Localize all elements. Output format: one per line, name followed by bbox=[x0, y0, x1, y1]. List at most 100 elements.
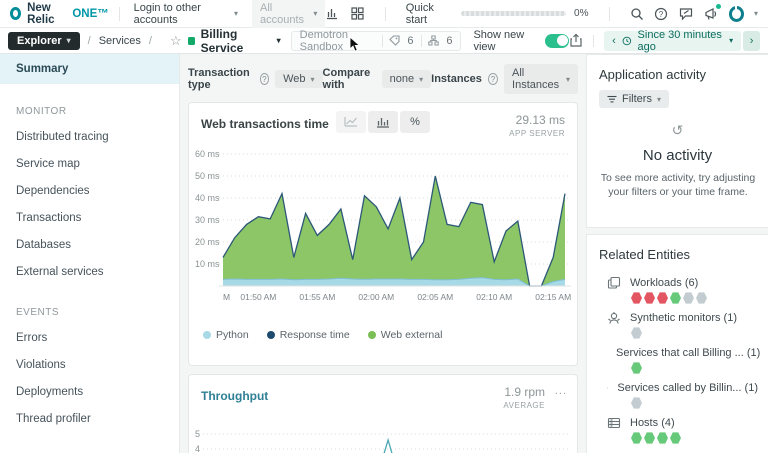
dependencies-count[interactable]: 6 bbox=[446, 35, 452, 47]
sidebar-item-transactions[interactable]: Transactions bbox=[0, 204, 179, 231]
workloads-icon bbox=[607, 276, 621, 289]
divider bbox=[381, 34, 383, 47]
svg-text:?: ? bbox=[659, 10, 664, 19]
throughput-chart[interactable]: 12345 bbox=[189, 418, 579, 453]
related-item-hosts[interactable]: Hosts (4) bbox=[599, 416, 758, 444]
service-box-icon bbox=[607, 387, 609, 389]
tags-icon[interactable] bbox=[389, 35, 400, 47]
svg-text:4: 4 bbox=[195, 444, 200, 453]
line-chart-button[interactable] bbox=[336, 111, 366, 133]
time-picker-main[interactable]: ‹ Since 30 minutes ago ▾ bbox=[604, 29, 742, 53]
divider bbox=[593, 34, 595, 47]
related-entities-card: Related Entities Workloads (6) Synthetic… bbox=[586, 234, 768, 453]
entity-picker[interactable]: Billing Service ▾ bbox=[201, 27, 281, 55]
sidebar-item-violations[interactable]: Violations bbox=[0, 351, 179, 378]
transaction-type-value: Web bbox=[283, 73, 306, 85]
show-new-view-control: Show new view bbox=[473, 28, 570, 53]
time-back-icon[interactable]: ‹ bbox=[612, 35, 616, 47]
user-account-icon[interactable] bbox=[728, 5, 744, 22]
time-forward-button[interactable]: › bbox=[743, 30, 761, 51]
chart-summary: 1.9 rpm AVERAGE bbox=[503, 385, 545, 410]
explorer-button[interactable]: Explorer ▾ bbox=[8, 31, 80, 50]
web-transactions-chart[interactable]: 10 ms 20 ms 30 ms 40 ms 50 ms 60 ms M 01:50 AM 0… bbox=[189, 140, 579, 322]
accounts-menu-label: All accounts bbox=[259, 1, 305, 26]
svg-text:10 ms: 10 ms bbox=[195, 259, 220, 269]
tags-count[interactable]: 6 bbox=[407, 35, 413, 47]
sidebar-item-deployments[interactable]: Deployments bbox=[0, 378, 179, 405]
login-other-accounts-menu[interactable]: Login to other accounts ▾ bbox=[130, 2, 242, 26]
related-item-synthetic-monitors[interactable]: Synthetic monitors (1) bbox=[599, 311, 758, 339]
brand-logo[interactable]: New Relic ONE™ bbox=[10, 2, 109, 26]
chevron-down-icon: ▾ bbox=[233, 9, 238, 18]
favorite-star-icon[interactable]: ☆ bbox=[170, 33, 182, 49]
compare-with-label: Compare with bbox=[322, 67, 371, 91]
chart-title: Web transactions time bbox=[201, 117, 329, 131]
sidebar-item-distributed-tracing[interactable]: Distributed tracing bbox=[0, 123, 179, 150]
filter-row: Transaction type ? Web ▾ Compare with non… bbox=[188, 62, 578, 102]
dependencies-icon[interactable] bbox=[428, 35, 440, 47]
related-item-services-that-call[interactable]: Services that call Billing ... (1) bbox=[599, 346, 760, 374]
filter-icon bbox=[607, 95, 617, 102]
breadcrumb-separator: / bbox=[148, 34, 152, 47]
instances-select[interactable]: All Instances ▾ bbox=[504, 64, 578, 94]
sidebar-item-summary[interactable]: Summary bbox=[0, 54, 179, 84]
sidebar-section-monitor: MONITOR bbox=[16, 106, 67, 117]
chevron-down-icon: ▾ bbox=[313, 9, 318, 18]
sidebar-item-service-map[interactable]: Service map bbox=[0, 150, 179, 177]
compare-with-select[interactable]: none ▾ bbox=[381, 70, 432, 88]
transaction-type-select[interactable]: Web ▾ bbox=[275, 70, 323, 88]
activity-filters-button[interactable]: Filters ▾ bbox=[599, 90, 669, 108]
web-transactions-time-card: Web transactions time % 29.13 ms APP SER… bbox=[188, 102, 578, 366]
announcements-icon[interactable] bbox=[704, 3, 721, 22]
svg-text:01:50 AM: 01:50 AM bbox=[240, 292, 276, 302]
card-menu-icon[interactable]: ... bbox=[555, 385, 567, 397]
help-icon[interactable]: ? bbox=[259, 73, 270, 85]
feedback-icon[interactable] bbox=[679, 6, 694, 22]
all-accounts-menu[interactable]: All accounts ▾ bbox=[251, 0, 326, 30]
status-hexagons bbox=[631, 362, 758, 374]
share-icon[interactable] bbox=[569, 33, 583, 49]
show-new-view-toggle[interactable] bbox=[545, 33, 570, 48]
divider bbox=[118, 6, 120, 21]
sidebar-item-errors[interactable]: Errors bbox=[0, 324, 179, 351]
instances-value: All Instances bbox=[512, 67, 560, 91]
help-icon[interactable]: ? bbox=[654, 6, 669, 22]
svg-text:60 ms: 60 ms bbox=[195, 149, 220, 159]
synthetic-monitor-icon bbox=[608, 312, 620, 324]
chart-type-switcher: % bbox=[336, 111, 430, 133]
chart-view-icon[interactable] bbox=[325, 6, 340, 22]
new-relic-logo-icon bbox=[10, 7, 22, 20]
account-name: Demotron Sandbox bbox=[299, 28, 348, 53]
quick-start[interactable]: Quick start 0% bbox=[406, 2, 589, 26]
grid-view-icon[interactable] bbox=[350, 6, 365, 22]
breadcrumb-services[interactable]: Services bbox=[99, 35, 141, 47]
legend-response-time[interactable]: Response time bbox=[266, 329, 350, 341]
help-icon[interactable]: ? bbox=[487, 73, 499, 85]
status-hexagons bbox=[631, 292, 758, 304]
related-item-services-called-by[interactable]: Services called by Billin... (1) bbox=[599, 381, 758, 409]
brand-name: New Relic bbox=[27, 1, 55, 26]
chevron-down-icon: ▾ bbox=[419, 74, 424, 84]
no-activity-message: To see more activity, try adjusting your… bbox=[600, 172, 756, 199]
show-new-view-label: Show new view bbox=[473, 28, 525, 53]
refresh-icon[interactable]: ↺ bbox=[599, 122, 756, 139]
sidebar-item-external-services[interactable]: External services bbox=[0, 258, 179, 285]
svg-text:02:05 AM: 02:05 AM bbox=[417, 292, 453, 302]
percent-button[interactable]: % bbox=[400, 111, 430, 133]
related-item-workloads[interactable]: Workloads (6) bbox=[599, 276, 758, 304]
sidebar: Summary MONITOR Distributed tracing Serv… bbox=[0, 54, 180, 453]
chart-title[interactable]: Throughput bbox=[201, 385, 268, 403]
legend-web-external[interactable]: Web external bbox=[367, 329, 442, 341]
sidebar-item-dependencies[interactable]: Dependencies bbox=[0, 177, 179, 204]
search-icon[interactable] bbox=[629, 6, 644, 22]
login-menu-label: Login to other accounts bbox=[133, 1, 201, 26]
throughput-card: Throughput 1.9 rpm AVERAGE ... 12345 bbox=[188, 374, 578, 453]
no-activity-title: No activity bbox=[642, 147, 713, 164]
summary-label: APP SERVER bbox=[509, 129, 565, 138]
sidebar-item-databases[interactable]: Databases bbox=[0, 231, 179, 258]
sidebar-item-thread-profiler[interactable]: Thread profiler bbox=[0, 405, 179, 432]
bar-chart-button[interactable] bbox=[368, 111, 398, 133]
legend-python[interactable]: Python bbox=[203, 329, 249, 341]
response-time-dot-icon bbox=[266, 331, 275, 339]
svg-text:20 ms: 20 ms bbox=[195, 237, 220, 247]
